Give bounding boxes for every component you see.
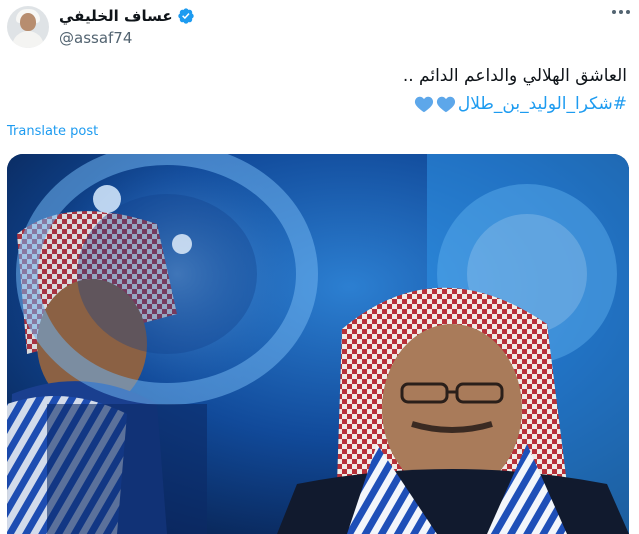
tweet-photo[interactable] [7, 154, 629, 534]
hashtag-link[interactable]: #شكرا_الوليد_بن_طلال [458, 94, 627, 114]
verified-badge-icon[interactable] [177, 7, 195, 25]
tweet-text-line-2: #شكرا_الوليد_بن_طلال [414, 94, 627, 114]
avatar-thobe [12, 31, 44, 48]
blue-heart-icon [414, 96, 433, 113]
blue-heart-icon [436, 96, 455, 113]
photo-illustration [7, 154, 629, 534]
more-dot [626, 10, 630, 14]
author-avatar[interactable] [7, 6, 49, 48]
tweet-text-line-1: العاشق الهلالي والداعم الدائم .. [402, 66, 627, 86]
translate-post-link[interactable]: Translate post [7, 124, 98, 139]
more-dot [619, 10, 623, 14]
author-handle[interactable]: @assaf74 [59, 29, 132, 47]
more-dot [612, 10, 616, 14]
author-name-row: عساف الخليفي [59, 7, 195, 25]
avatar-face [20, 13, 36, 31]
more-options-icon[interactable] [612, 10, 630, 14]
author-display-name[interactable]: عساف الخليفي [59, 7, 173, 25]
